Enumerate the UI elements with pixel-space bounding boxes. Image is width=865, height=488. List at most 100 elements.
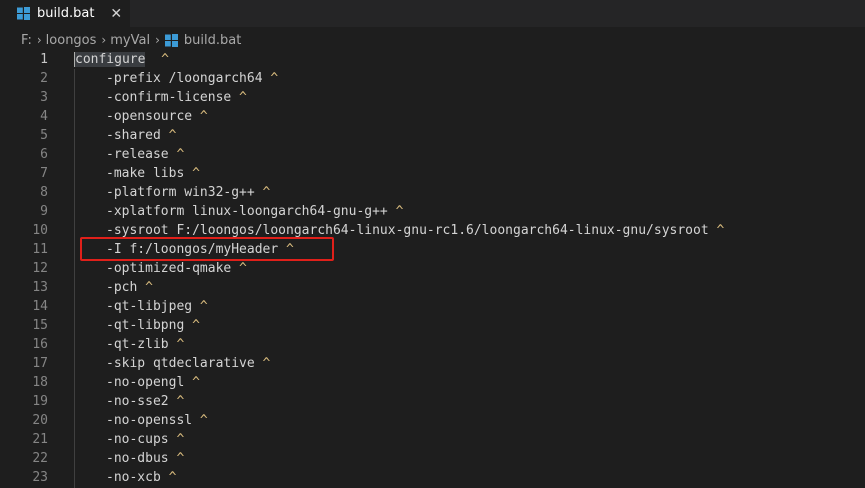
code-token: -shared [106, 128, 161, 143]
line-number: 2 [40, 71, 48, 86]
code-token: -sysroot F:/loongos/loongarch64-linux-gn… [106, 223, 709, 238]
line-number: 3 [40, 90, 48, 105]
line-continuation-caret: ^ [184, 318, 200, 333]
breadcrumb-item-drive[interactable]: F: [21, 33, 32, 48]
line-number: 22 [32, 451, 48, 466]
line-continuation-caret: ^ [192, 413, 208, 428]
code-line[interactable]: 4 -opensource ^ [0, 107, 865, 126]
line-continuation-caret: ^ [168, 451, 185, 466]
code-token: -qt-libjpeg [106, 299, 193, 314]
line-continuation-caret: ^ [168, 337, 185, 352]
line-continuation-caret: ^ [192, 299, 208, 314]
close-icon[interactable]: ✕ [110, 7, 122, 21]
line-continuation-caret: ^ [137, 280, 153, 295]
code-text: -qt-libpng ^ [106, 316, 200, 335]
code-line[interactable]: 21 -no-cups ^ [0, 430, 865, 449]
line-number: 15 [32, 318, 48, 333]
line-number: 10 [32, 223, 48, 238]
line-number: 19 [32, 394, 48, 409]
line-number: 23 [32, 470, 48, 485]
code-token: -qt-libpng [106, 318, 185, 333]
line-number: 4 [40, 109, 48, 124]
code-text: -shared ^ [106, 126, 176, 145]
line-number: 1 [40, 52, 48, 67]
code-token: -no-cups [106, 432, 169, 447]
code-text: -release ^ [106, 145, 184, 164]
line-number: 16 [32, 337, 48, 352]
chevron-right-icon: › [36, 33, 42, 47]
code-line[interactable]: 2 -prefix /loongarch64 ^ [0, 69, 865, 88]
line-continuation-caret: ^ [160, 128, 177, 143]
code-line[interactable]: 17 -skip qtdeclarative ^ [0, 354, 865, 373]
line-continuation-caret: ^ [254, 185, 271, 200]
code-line[interactable]: 16 -qt-zlib ^ [0, 335, 865, 354]
code-token: -opensource [106, 109, 193, 124]
line-number: 5 [40, 128, 48, 143]
code-text: -prefix /loongarch64 ^ [106, 69, 278, 88]
code-line[interactable]: 8 -platform win32-g++ ^ [0, 183, 865, 202]
line-number: 9 [40, 204, 48, 219]
code-line[interactable]: 7 -make libs ^ [0, 164, 865, 183]
windows-icon [164, 33, 178, 47]
line-continuation-caret: ^ [184, 166, 200, 181]
code-line[interactable]: 19 -no-sse2 ^ [0, 392, 865, 411]
breadcrumb-item-loongos[interactable]: loongos [46, 33, 97, 48]
line-continuation-caret: ^ [387, 204, 404, 219]
breadcrumb: F: › loongos › myVal › build.bat [21, 30, 241, 50]
code-line[interactable]: 20 -no-openssl ^ [0, 411, 865, 430]
line-continuation-caret: ^ [184, 375, 200, 390]
code-line[interactable]: 1 configure ^ [0, 50, 865, 69]
code-token: -no-xcb [106, 470, 161, 485]
line-continuation-caret: ^ [168, 394, 185, 409]
code-text: -no-dbus ^ [106, 449, 184, 468]
code-text: -no-cups ^ [106, 430, 184, 449]
line-continuation-caret: ^ [262, 71, 279, 86]
breadcrumb-item-myval[interactable]: myVal [110, 33, 150, 48]
code-token: -qt-zlib [106, 337, 169, 352]
line-continuation-caret: ^ [708, 223, 725, 238]
code-token: -platform win32-g++ [106, 185, 255, 200]
code-token: -no-dbus [106, 451, 169, 466]
code-token: -pch [106, 280, 138, 295]
code-line[interactable]: 3 -confirm-license ^ [0, 88, 865, 107]
code-line[interactable]: 14 -qt-libjpeg ^ [0, 297, 865, 316]
code-text: -qt-zlib ^ [106, 335, 184, 354]
code-line[interactable]: 18 -no-opengl ^ [0, 373, 865, 392]
code-text: -no-xcb ^ [106, 468, 176, 487]
code-text: -platform win32-g++ ^ [106, 183, 270, 202]
code-line[interactable]: 9 -xplatform linux-loongarch64-gnu-g++ ^ [0, 202, 865, 221]
code-line[interactable]: 5 -shared ^ [0, 126, 865, 145]
code-line[interactable]: 15 -qt-libpng ^ [0, 316, 865, 335]
code-editor[interactable]: 1 configure ^ 2 -prefix /loongarch64 ^ 3 -con… [0, 50, 865, 488]
line-continuation-caret: ^ [168, 432, 185, 447]
line-continuation-caret: ^ [231, 90, 247, 105]
line-number: 13 [32, 280, 48, 295]
code-token: -skip qtdeclarative [106, 356, 255, 371]
code-line[interactable]: 13 -pch ^ [0, 278, 865, 297]
line-number: 21 [32, 432, 48, 447]
code-line[interactable]: 22 -no-dbus ^ [0, 449, 865, 468]
code-text: -no-sse2 ^ [106, 392, 184, 411]
code-line[interactable]: 6 -release ^ [0, 145, 865, 164]
tab-label: build.bat [37, 6, 95, 21]
code-token: -no-opengl [106, 375, 185, 390]
chevron-right-icon: › [101, 33, 107, 47]
line-number: 18 [32, 375, 48, 390]
code-token: -no-openssl [106, 413, 193, 428]
line-continuation-caret: ^ [145, 52, 169, 67]
code-text: -confirm-license ^ [106, 88, 247, 107]
code-line[interactable]: 23 -no-xcb ^ [0, 468, 865, 487]
code-token: -release [106, 147, 169, 162]
code-text: -qt-libjpeg ^ [106, 297, 208, 316]
line-continuation-caret: ^ [231, 261, 247, 276]
code-token: -no-sse2 [106, 394, 169, 409]
code-token: configure [74, 52, 146, 67]
breadcrumb-item-file[interactable]: build.bat [184, 33, 241, 48]
code-line[interactable]: 12 -optimized-qmake ^ [0, 259, 865, 278]
tab-build-bat[interactable]: build.bat ✕ [0, 0, 130, 27]
code-text: -optimized-qmake ^ [106, 259, 247, 278]
line-continuation-caret: ^ [254, 356, 271, 371]
line-number: 7 [40, 166, 48, 181]
tab-bar: build.bat ✕ [0, 0, 865, 27]
code-text: -pch ^ [106, 278, 153, 297]
